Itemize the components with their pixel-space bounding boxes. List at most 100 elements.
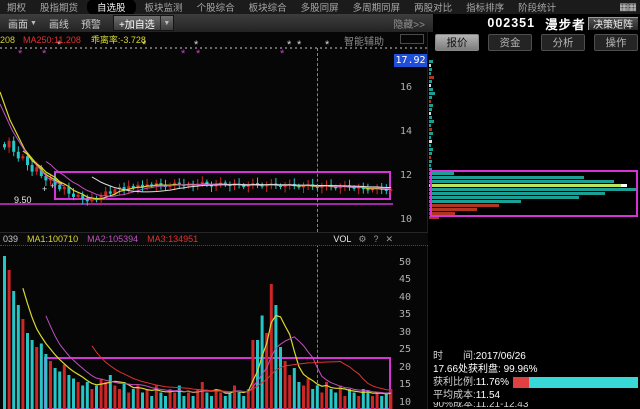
svg-text:*: * bbox=[18, 48, 23, 60]
menu-item-期权[interactable]: 期权 bbox=[0, 0, 33, 14]
tab-资金[interactable]: 资金 bbox=[488, 34, 532, 51]
ratio-label: 获利比例: bbox=[433, 376, 476, 389]
current-price-badge: 17.92 bbox=[394, 54, 427, 67]
volume-tick-25: 25 bbox=[399, 344, 423, 355]
hide-panel-link[interactable]: 隐藏>> bbox=[393, 16, 425, 31]
stock-code: 002351 bbox=[487, 16, 535, 30]
chip-svg bbox=[429, 52, 640, 348]
volume-tick-20: 20 bbox=[399, 362, 423, 373]
grid-layout-icon[interactable]: ▦▦ bbox=[619, 2, 636, 13]
svg-text:*: * bbox=[42, 48, 47, 60]
screen-menu[interactable]: 画面 ▼ bbox=[8, 16, 37, 31]
stock-name: 漫步者 bbox=[545, 14, 586, 33]
menu-item-板块综合[interactable]: 板块综合 bbox=[242, 0, 294, 14]
volume-legend-partial: 039 bbox=[3, 234, 18, 244]
chip-info-partial-row: 90%成本:11.21-12.43 bbox=[433, 402, 638, 407]
ratio-value: 11.76% bbox=[476, 376, 509, 389]
volume-ma3-value: MA3:134951 bbox=[147, 234, 198, 244]
volume-tick-35: 35 bbox=[399, 309, 423, 320]
menu-item-多周期同屏[interactable]: 多周期同屏 bbox=[346, 0, 408, 14]
menu-item-个股综合[interactable]: 个股综合 bbox=[190, 0, 242, 14]
chart-area: ***********++ 208MA250:11.208乖离率:-3.728 … bbox=[0, 32, 428, 409]
menu-item-指标排序[interactable]: 指标排序 bbox=[459, 0, 511, 14]
loss-portion-bar bbox=[513, 377, 529, 388]
profit-at-price: 17.66处获利盘: 99.96% bbox=[433, 363, 538, 376]
price-tick-14: 14 bbox=[400, 126, 426, 137]
menu-item-自选股[interactable]: 自选股 bbox=[87, 0, 136, 15]
time-value: 2017/06/26 bbox=[476, 350, 526, 363]
add-watchlist-button[interactable]: +加自选 ▼ bbox=[113, 15, 174, 31]
svg-text:*: * bbox=[325, 39, 330, 51]
chip-distribution-chart[interactable] bbox=[429, 52, 640, 348]
tab-分析[interactable]: 分析 bbox=[541, 34, 585, 51]
menu-items: 期权股指期货自选股板块监测个股综合板块综合多股同屏多周期同屏两股对比指标排序阶段… bbox=[0, 0, 563, 15]
profit-ratio-bar bbox=[513, 377, 638, 388]
volume-tick-50: 50 bbox=[399, 257, 423, 268]
avg-cost-value: 11.54 bbox=[476, 389, 500, 402]
alert-button[interactable]: 预警 bbox=[81, 16, 101, 31]
chip-info-time-row: 时 间: 2017/06/26 bbox=[433, 350, 638, 363]
chevron-down-icon: ▼ bbox=[30, 20, 37, 27]
volume-svg bbox=[0, 247, 428, 409]
support-price-label: 9.50 bbox=[14, 195, 32, 205]
price-tick-16: 16 bbox=[400, 82, 426, 93]
help-icon[interactable]: ? bbox=[373, 234, 378, 244]
trading-app-window: 期权股指期货自选股板块监测个股综合板块综合多股同屏多周期同屏两股对比指标排序阶段… bbox=[0, 0, 640, 409]
chevron-down-icon: ▼ bbox=[163, 20, 170, 27]
menu-item-阶段统计[interactable]: 阶段统计 bbox=[511, 0, 563, 14]
decision-matrix-button[interactable]: 决策矩阵 bbox=[587, 16, 639, 31]
avg-cost-label: 平均成本: bbox=[433, 389, 476, 402]
content-area: ***********++ 208MA250:11.208乖离率:-3.728 … bbox=[0, 32, 640, 409]
chip-info-profit-row: 17.66处获利盘: 99.96% bbox=[433, 363, 638, 376]
right-quote-panel: 报价资金分析操作 时 间: 2017/06/26 17.66处获利盘: 99.9… bbox=[429, 32, 640, 409]
svg-text:*: * bbox=[280, 48, 285, 60]
legend-partial-value: 208 bbox=[0, 35, 15, 45]
legend-ma-value: MA250:11.208 bbox=[23, 35, 81, 45]
volume-indicator-title[interactable]: VOL bbox=[333, 234, 351, 244]
draw-line-button[interactable]: 画线 bbox=[49, 16, 69, 31]
menu-item-多股同屏[interactable]: 多股同屏 bbox=[294, 0, 346, 14]
tab-操作[interactable]: 操作 bbox=[594, 34, 638, 51]
add-watchlist-dropdown[interactable]: ▼ bbox=[160, 16, 173, 30]
toolbar-left: 画面 ▼ 画线 预警 +加自选 ▼ 隐藏>> bbox=[0, 14, 433, 32]
right-panel-tabs: 报价资金分析操作 bbox=[435, 34, 638, 51]
volume-pane-header: 039 MA1:100710 MA2:105394 MA3:134951 VOL… bbox=[0, 232, 428, 246]
volume-pane-controls: VOL ⚙ ? ✕ bbox=[333, 234, 393, 245]
volume-ma2-value: MA2:105394 bbox=[87, 234, 138, 244]
volume-chart[interactable]: 504540353025201510 bbox=[0, 247, 428, 409]
menu-item-两股对比[interactable]: 两股对比 bbox=[407, 0, 459, 14]
profit-portion-bar bbox=[529, 377, 638, 388]
volume-tick-30: 30 bbox=[399, 327, 423, 338]
candlestick-svg: ***********++ bbox=[0, 32, 428, 232]
smart-assist-label[interactable]: 智能辅助 bbox=[344, 33, 384, 48]
svg-text:*: * bbox=[196, 48, 201, 60]
legend-bias-value: 乖离率:-3.728 bbox=[91, 35, 146, 45]
volume-tick-45: 45 bbox=[399, 274, 423, 285]
add-watchlist-label: +加自选 bbox=[114, 16, 160, 30]
svg-text:*: * bbox=[181, 48, 186, 60]
svg-text:*: * bbox=[287, 39, 292, 51]
chip-info-ratio-row: 获利比例: 11.76% bbox=[433, 376, 638, 389]
price-tick-10: 10 bbox=[400, 214, 426, 225]
screen-menu-label: 画面 bbox=[8, 16, 28, 31]
chip-info-cost-row: 平均成本: 11.54 bbox=[433, 389, 638, 402]
main-candlestick-chart[interactable]: ***********++ 208MA250:11.208乖离率:-3.728 … bbox=[0, 32, 428, 232]
price-tick-12: 12 bbox=[400, 170, 426, 181]
gear-icon[interactable]: ⚙ bbox=[358, 234, 366, 245]
close-icon[interactable]: ✕ bbox=[385, 234, 393, 245]
time-label: 时 间: bbox=[433, 350, 476, 363]
mini-window-icon bbox=[400, 34, 424, 44]
cost-range-partial: 90%成本:11.21-12.43 bbox=[433, 402, 528, 407]
menu-item-股指期货[interactable]: 股指期货 bbox=[33, 0, 85, 14]
svg-text:+: + bbox=[42, 184, 47, 194]
menu-item-板块监测[interactable]: 板块监测 bbox=[138, 0, 190, 14]
volume-ma1-value: MA1:100710 bbox=[27, 234, 78, 244]
toolbar: 画面 ▼ 画线 预警 +加自选 ▼ 隐藏>> 002351 漫步者 决策矩阵 bbox=[0, 14, 640, 32]
chip-info-block: 时 间: 2017/06/26 17.66处获利盘: 99.96% 获利比例: … bbox=[433, 350, 638, 407]
crosshair-vertical-line bbox=[317, 48, 318, 408]
volume-tick-15: 15 bbox=[399, 379, 423, 390]
volume-tick-40: 40 bbox=[399, 292, 423, 303]
indicator-legend: 208 MA250:11.208 乖离率:-3.728 bbox=[0, 33, 146, 46]
svg-text:*: * bbox=[297, 39, 302, 51]
tab-报价[interactable]: 报价 bbox=[435, 34, 479, 51]
